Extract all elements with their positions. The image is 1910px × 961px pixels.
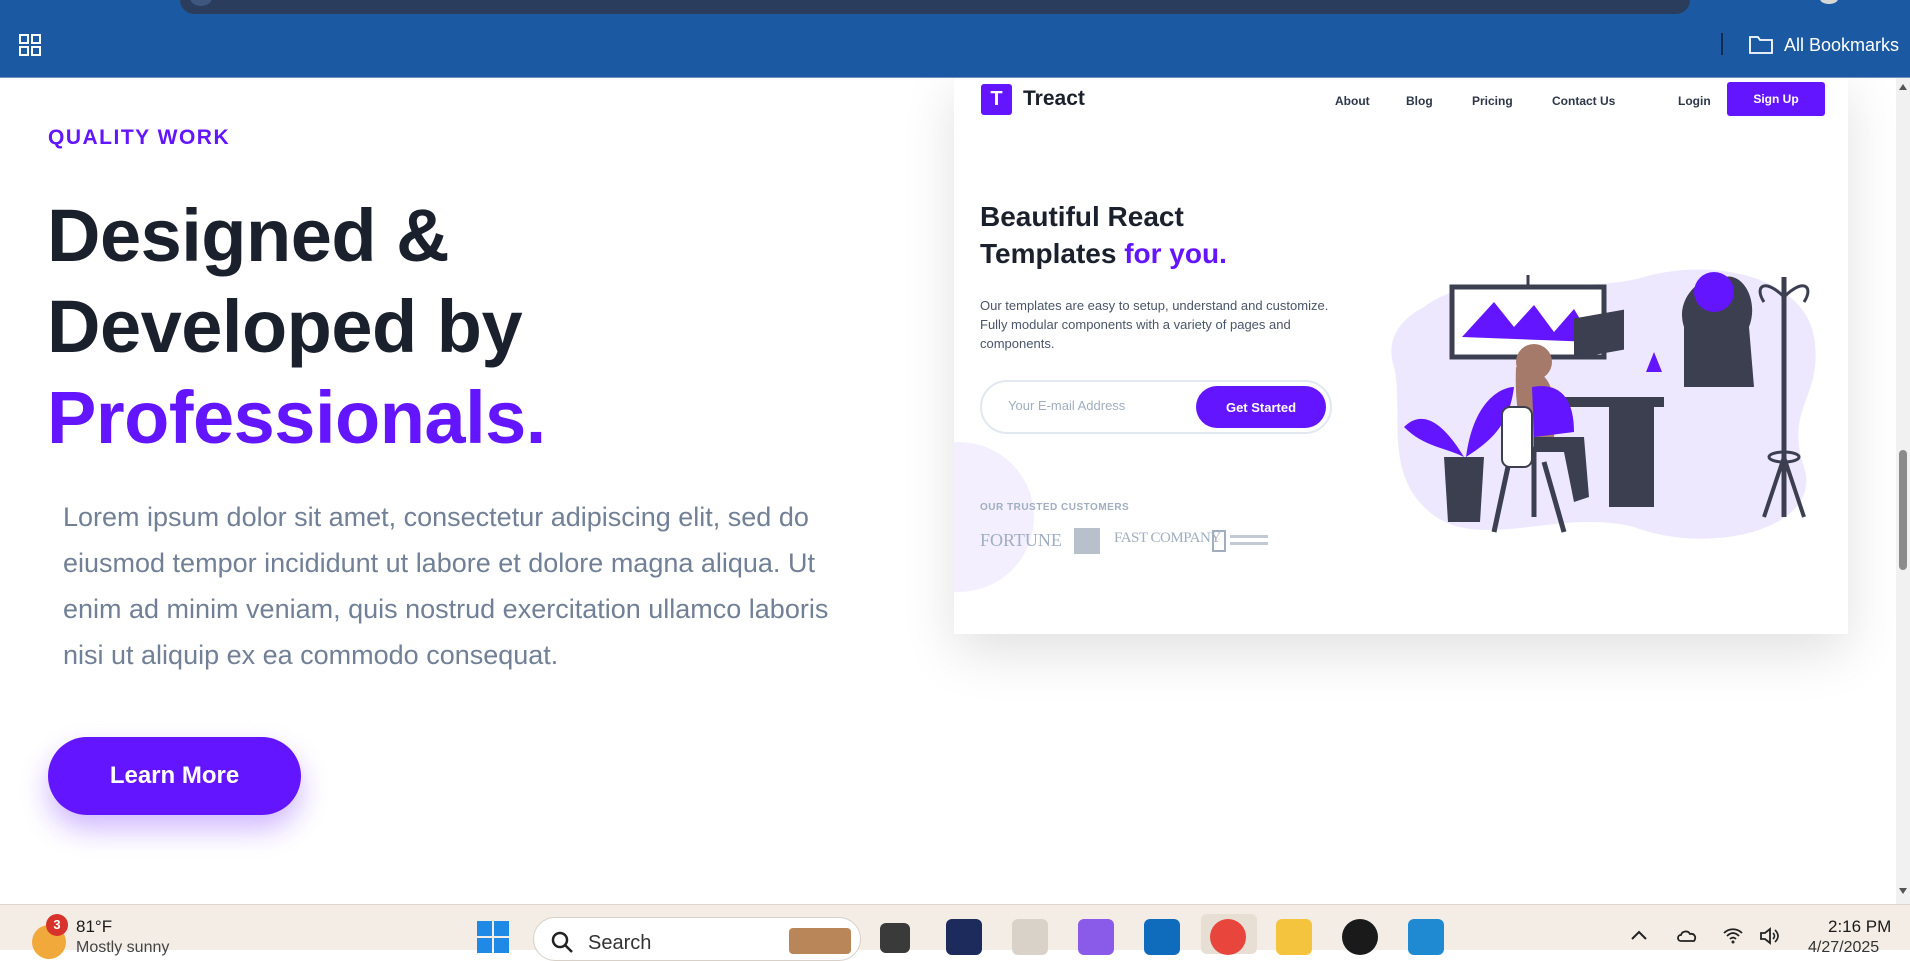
weather-channel-logo-icon [1074, 528, 1100, 554]
nav-blog[interactable]: Blog [1406, 94, 1433, 108]
taskbar-search[interactable]: Search [533, 917, 861, 961]
fortune-logo: FORTUNE [980, 530, 1062, 550]
nav-pricing[interactable]: Pricing [1472, 94, 1513, 108]
fast-company-logo: FAST COMPANY [1114, 530, 1221, 546]
scroll-down-icon[interactable] [1899, 888, 1907, 894]
chevron-up-icon[interactable] [1628, 925, 1650, 947]
headline-accent: Professionals. [47, 376, 546, 459]
preview-heading-line-1: Beautiful React [980, 201, 1184, 232]
nav-contact[interactable]: Contact Us [1552, 94, 1615, 108]
preview-heading-word: Templates [980, 238, 1117, 269]
treact-logo-icon[interactable]: T [981, 84, 1012, 115]
file-explorer-icon[interactable] [880, 923, 910, 953]
search-icon [551, 931, 573, 953]
browser-toolbar: All Bookmarks [0, 0, 1910, 77]
search-highlight-image [789, 928, 851, 954]
brand-name[interactable]: Treact [1023, 87, 1085, 111]
web-page: QUALITY WORK Designed & Developed by Pro… [0, 78, 1896, 904]
preview-heading-accent: for you. [1124, 238, 1227, 269]
weather-condition[interactable]: Mostly sunny [76, 939, 169, 957]
clock-date[interactable]: 4/27/2025 [1808, 939, 1879, 957]
preview-description: Our templates are easy to setup, underst… [980, 298, 1329, 351]
weather-temperature[interactable]: 81°F [76, 917, 112, 937]
email-signup-form: Your E-mail Address Get Started [980, 380, 1332, 434]
learn-more-button[interactable]: Learn More [48, 737, 301, 815]
headline-line-1: Designed & [47, 194, 450, 277]
hero-illustration [1391, 269, 1816, 539]
login-link[interactable]: Login [1678, 94, 1711, 108]
email-input[interactable]: Your E-mail Address [1008, 398, 1125, 413]
windows-start-icon[interactable] [477, 921, 509, 953]
windows-taskbar: 3 81°F Mostly sunny Search 2:16 PM 4/27/… [0, 904, 1910, 961]
profile-avatar[interactable] [1820, 0, 1838, 4]
address-bar[interactable] [180, 0, 1690, 14]
preview-heading: Beautiful React Templates for you. [980, 198, 1227, 272]
clock-time[interactable]: 2:16 PM [1828, 917, 1891, 937]
bookmarks-separator [1721, 33, 1723, 55]
national-geographic-logo-icon [1212, 530, 1268, 552]
preview-heading-line-2: Templates for you. [980, 235, 1227, 272]
weather-badge: 3 [46, 914, 68, 936]
hero-paragraph: Lorem ipsum dolor sit amet, consectetur … [63, 502, 829, 670]
onedrive-cloud-icon[interactable] [1676, 925, 1698, 947]
scrollbar-thumb[interactable] [1899, 450, 1907, 570]
wifi-icon[interactable] [1722, 925, 1744, 947]
nav-about[interactable]: About [1335, 94, 1370, 108]
scroll-up-icon[interactable] [1899, 84, 1907, 90]
headline-line-2: Developed by [47, 285, 523, 368]
apps-grid-icon[interactable] [19, 34, 41, 56]
volume-icon[interactable] [1758, 925, 1780, 947]
template-preview-card: T Treact About Blog Pricing Contact Us L… [954, 78, 1848, 634]
search-label: Search [588, 932, 652, 954]
decorative-blob [954, 442, 1034, 592]
all-bookmarks-link[interactable]: All Bookmarks [1784, 34, 1899, 56]
hero-headline: Designed & Developed by Professionals. [47, 190, 546, 463]
section-eyebrow: QUALITY WORK [48, 126, 231, 149]
get-started-button[interactable]: Get Started [1196, 386, 1326, 428]
signup-button[interactable]: Sign Up [1727, 82, 1825, 116]
page-scrollbar[interactable] [1896, 78, 1910, 904]
trusted-customers-label: OUR TRUSTED CUSTOMERS [980, 502, 1130, 513]
folder-icon[interactable] [1748, 33, 1774, 55]
